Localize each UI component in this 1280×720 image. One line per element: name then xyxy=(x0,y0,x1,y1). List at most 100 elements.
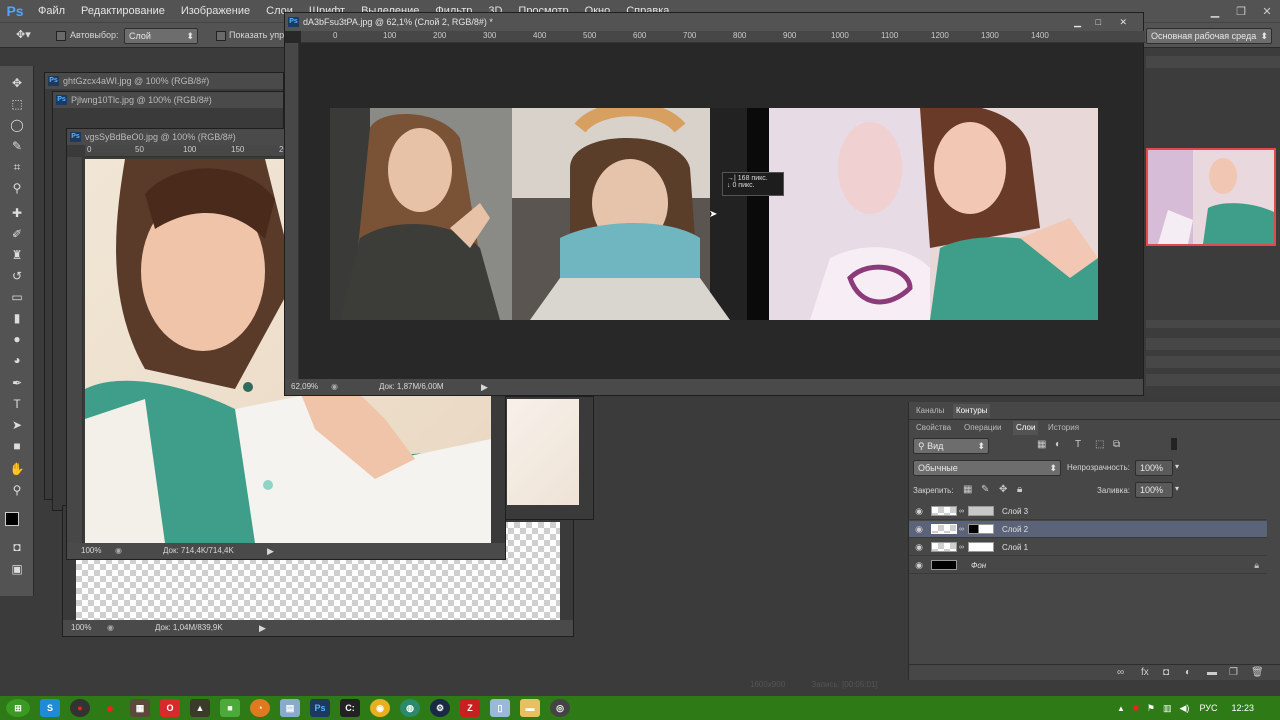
record2-icon[interactable]: ● xyxy=(100,699,120,717)
quick-select-icon[interactable]: ✎ xyxy=(7,137,27,155)
app-close-button[interactable]: ✕ xyxy=(1254,2,1280,20)
history-brush-icon[interactable]: ↺ xyxy=(7,267,27,285)
window-maximize-icon[interactable]: □ xyxy=(1096,13,1101,31)
filter-smart-icon[interactable]: ⧉ xyxy=(1113,439,1120,450)
document-title[interactable]: Ps ghtGzcx4aWI.jpg @ 100% (RGB/8#) xyxy=(45,73,283,89)
tab-channels[interactable]: Каналы xyxy=(913,404,947,418)
visibility-eye-icon[interactable]: ◉ xyxy=(909,524,929,535)
crop-icon[interactable]: ⌗ xyxy=(7,158,27,176)
fill-arrow-icon[interactable]: ▾ xyxy=(1175,484,1179,493)
link-layers-icon[interactable]: ∞ xyxy=(1117,667,1124,678)
mask-thumbnail[interactable] xyxy=(968,506,994,516)
layer-filter-dropdown[interactable]: ⚲ Вид ⬍ xyxy=(913,438,989,454)
language-indicator[interactable]: РУС xyxy=(1199,703,1217,713)
autoselect-dropdown[interactable]: Слой ⬍ xyxy=(124,28,198,44)
clock[interactable]: 12:23 xyxy=(1231,703,1254,713)
lasso-icon[interactable]: ◯ xyxy=(7,116,27,134)
lock-all-icon[interactable]: 🔒︎ xyxy=(1017,484,1022,495)
layer-name[interactable]: Слой 3 xyxy=(1002,507,1028,516)
quick-mask-icon[interactable]: ◘ xyxy=(7,538,27,556)
visibility-eye-icon[interactable]: ◉ xyxy=(909,560,929,571)
files-icon[interactable]: ▯ xyxy=(490,699,510,717)
opera-icon[interactable]: O xyxy=(160,699,180,717)
workspace-dropdown[interactable]: Основная рабочая среда ⬍ xyxy=(1146,28,1272,44)
zoom-level[interactable]: 62,09% xyxy=(291,379,318,395)
filter-pixel-icon[interactable]: ▦ xyxy=(1037,439,1046,450)
filter-toggle[interactable] xyxy=(1171,438,1177,450)
folder-icon[interactable]: ▬ xyxy=(520,699,540,717)
delete-layer-icon[interactable]: 🗑︎ xyxy=(1251,667,1264,678)
filter-type-icon[interactable]: T xyxy=(1075,439,1081,450)
menu-file[interactable]: Файл xyxy=(30,0,73,22)
start-button[interactable]: ⊞ xyxy=(6,699,30,717)
mask-thumbnail[interactable] xyxy=(968,524,994,534)
window-minimize-icon[interactable]: ▁ xyxy=(1074,13,1081,31)
status-arrow-icon[interactable]: ▶ xyxy=(267,543,274,559)
path-select-icon[interactable]: ➤ xyxy=(7,416,27,434)
visibility-eye-icon[interactable]: ◉ xyxy=(909,542,929,553)
filter-adjustment-icon[interactable]: ◐ xyxy=(1055,439,1061,450)
layer-row[interactable]: ◉ Фон 🔒︎ xyxy=(909,557,1267,574)
status-info-icon[interactable]: ◉ xyxy=(331,379,338,395)
eraser-icon[interactable]: ▭ xyxy=(7,288,27,306)
minecraft-icon[interactable]: ■ xyxy=(220,699,240,717)
hand-icon[interactable]: ✋ xyxy=(7,460,27,478)
navigator-preview[interactable] xyxy=(1146,148,1276,246)
tab-properties[interactable]: Свойства xyxy=(913,421,954,435)
skype-icon[interactable]: S xyxy=(40,699,60,717)
new-layer-icon[interactable]: ❐ xyxy=(1229,667,1238,678)
filter-shape-icon[interactable]: ⬚ xyxy=(1095,439,1104,450)
opacity-arrow-icon[interactable]: ▾ xyxy=(1175,462,1179,471)
visibility-eye-icon[interactable]: ◉ xyxy=(909,506,929,517)
zoom-level[interactable]: 100% xyxy=(81,543,101,559)
add-mask-icon[interactable]: ◘ xyxy=(1163,667,1169,678)
chrome-icon[interactable]: ◉ xyxy=(370,699,390,717)
tray-network-icon[interactable]: ▥ xyxy=(1163,703,1172,714)
fx-icon[interactable]: fx xyxy=(1141,667,1149,678)
screen-mode-icon[interactable]: ▣ xyxy=(7,560,27,578)
lock-position-icon[interactable]: ✥ xyxy=(999,484,1007,495)
pen-icon[interactable]: ✒ xyxy=(7,374,27,392)
type-icon[interactable]: T xyxy=(7,395,27,413)
foreground-color-swatch[interactable] xyxy=(5,512,19,526)
tray-volume-icon[interactable]: ◀) xyxy=(1180,703,1190,714)
dodge-icon[interactable]: ◕ xyxy=(7,351,27,369)
layer-name[interactable]: Фон xyxy=(971,561,986,570)
zoom-slider-track[interactable] xyxy=(1146,320,1280,328)
move-tool-preset-icon[interactable]: ✥▾ xyxy=(16,28,31,41)
main-document-window[interactable]: Ps dA3bFsu3tPA.jpg @ 62,1% (Слой 2, RGB/… xyxy=(284,12,1145,396)
layer-name[interactable]: Слой 2 xyxy=(1002,525,1028,534)
tab-history[interactable]: История xyxy=(1045,421,1082,435)
lock-transparent-icon[interactable]: ▦ xyxy=(963,484,972,495)
layer-row[interactable]: ◉ ∞ Слой 1 xyxy=(909,539,1267,556)
opacity-input[interactable]: 100% xyxy=(1135,460,1173,476)
document-window-5[interactable] xyxy=(500,396,594,520)
globe-icon[interactable]: ◍ xyxy=(400,699,420,717)
terminal-icon[interactable]: C: xyxy=(340,699,360,717)
fill-input[interactable]: 100% xyxy=(1135,482,1173,498)
shape-icon[interactable]: ■ xyxy=(7,437,27,455)
window-close-icon[interactable]: ✕ xyxy=(1119,13,1127,31)
eyedropper-icon[interactable]: ⚲ xyxy=(7,179,27,197)
app-restore-button[interactable]: ❐ xyxy=(1228,2,1254,20)
record-icon[interactable]: ● xyxy=(70,699,90,717)
layer-name[interactable]: Слой 1 xyxy=(1002,543,1028,552)
marquee-icon[interactable]: ⬚ xyxy=(7,95,27,113)
status-info-icon[interactable]: ◉ xyxy=(115,543,122,559)
tray-flag-icon[interactable]: ⚑ xyxy=(1147,703,1155,714)
tab-layers[interactable]: Слои xyxy=(1013,421,1039,435)
zoom-icon[interactable]: ⚲ xyxy=(7,481,27,499)
new-group-icon[interactable]: ▬ xyxy=(1207,667,1217,678)
brush-icon[interactable]: ✐ xyxy=(7,225,27,243)
gradient-icon[interactable]: ▮ xyxy=(7,309,27,327)
autoselect-checkbox[interactable] xyxy=(56,31,66,41)
app-icon[interactable]: ▦ xyxy=(130,699,150,717)
zoom-level[interactable]: 100% xyxy=(71,620,91,636)
steam-icon[interactable]: ⚙ xyxy=(430,699,450,717)
menu-image[interactable]: Изображение xyxy=(173,0,258,22)
tray-record-icon[interactable]: ■ xyxy=(1133,703,1139,714)
show-controls-checkbox[interactable] xyxy=(216,31,226,41)
document-title[interactable]: Ps dA3bFsu3tPA.jpg @ 62,1% (Слой 2, RGB/… xyxy=(285,13,1143,31)
media-icon[interactable]: ◎ xyxy=(550,699,570,717)
menu-edit[interactable]: Редактирование xyxy=(73,0,173,22)
